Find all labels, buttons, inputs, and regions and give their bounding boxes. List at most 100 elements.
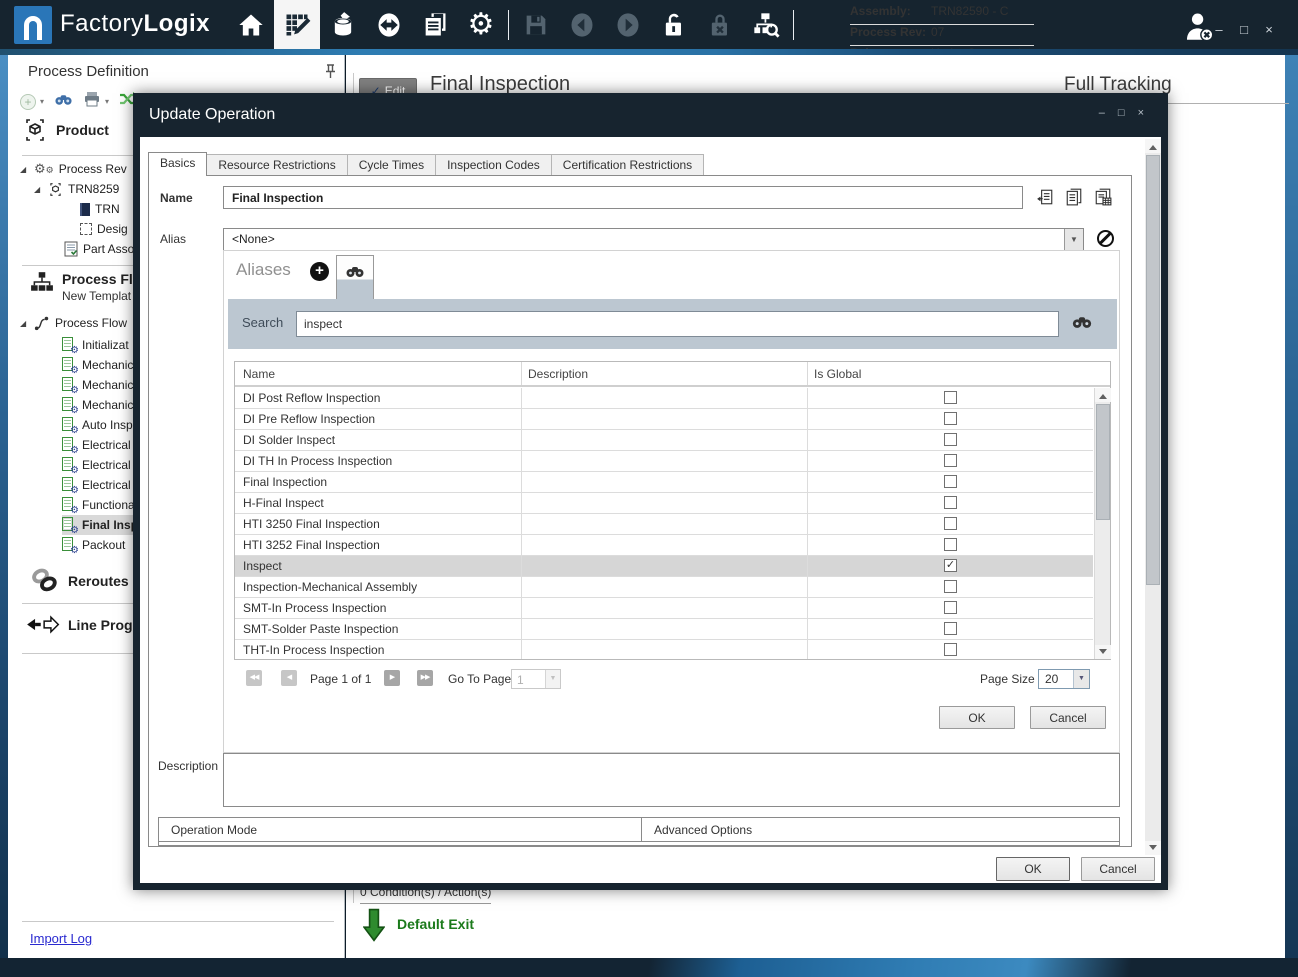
alias-row[interactable]: DI Solder Inspect ✓ — [235, 430, 1093, 451]
dialog-maximize-button[interactable]: □ — [1118, 107, 1125, 119]
line-program-node[interactable]: Line Progra — [26, 615, 146, 634]
tab-basics[interactable]: Basics — [148, 152, 207, 176]
clear-alias-icon[interactable] — [1097, 230, 1114, 247]
dialog-close-button[interactable]: × — [1138, 107, 1144, 119]
dialog-minimize-button[interactable]: – — [1099, 107, 1105, 119]
is-global-checkbox[interactable]: ✓ — [944, 580, 957, 593]
alias-row[interactable]: HTI 3250 Final Inspection ✓ — [235, 514, 1093, 535]
alias-row[interactable]: THT-In Process Inspection ✓ — [235, 640, 1093, 659]
scroll-down-icon[interactable] — [1145, 841, 1161, 855]
reroutes-node[interactable]: Reroutes — [30, 567, 129, 594]
tree-node-process-flow[interactable]: ◢ Process Flow — [20, 313, 127, 333]
flow-search-button[interactable] — [743, 0, 789, 49]
import-log-link[interactable]: Import Log — [30, 931, 92, 946]
alias-row[interactable]: SMT-Solder Paste Inspection ✓ — [235, 619, 1093, 640]
is-global-checkbox[interactable]: ✓ — [944, 391, 957, 404]
name-input[interactable] — [223, 186, 1023, 209]
copy-operation-icon[interactable] — [1065, 188, 1083, 206]
expander-icon[interactable]: ◢ — [20, 319, 29, 328]
tree-node-document[interactable]: TRN — [80, 199, 120, 219]
alias-row[interactable]: Final Inspection ✓ — [235, 472, 1093, 493]
tree-node-part-associations[interactable]: Part Asso — [64, 239, 134, 259]
expander-icon[interactable]: ◢ — [20, 165, 29, 174]
add-alias-button[interactable]: + — [310, 262, 329, 281]
default-exit[interactable]: Default Exit — [363, 908, 474, 942]
alias-row[interactable]: H-Final Inspect ✓ — [235, 493, 1093, 514]
lock-discard-button[interactable] — [697, 0, 743, 49]
column-name[interactable]: Name — [235, 362, 522, 385]
tree-node-process-rev[interactable]: ◢ ⚙⚙ Process Rev — [20, 159, 127, 179]
alias-table-scrollbar[interactable] — [1094, 388, 1110, 659]
last-page-button[interactable]: ▶▶ — [417, 670, 433, 686]
unlock-button[interactable] — [651, 0, 697, 49]
is-global-checkbox[interactable]: ✓ — [944, 433, 957, 446]
tab-cycle-times[interactable]: Cycle Times — [348, 154, 436, 176]
add-icon[interactable]: + — [20, 94, 36, 110]
add-dropdown-caret[interactable]: ▾ — [40, 97, 44, 106]
scrollbar-thumb[interactable] — [1096, 404, 1110, 520]
expander-icon[interactable]: ◢ — [34, 185, 43, 194]
column-is-global[interactable]: Is Global — [808, 362, 1110, 385]
materials-button[interactable] — [320, 0, 366, 49]
chevron-down-icon[interactable]: ▼ — [1064, 229, 1083, 250]
search-icon[interactable] — [1071, 314, 1093, 334]
dialog-ok-button[interactable]: OK — [996, 857, 1070, 881]
scroll-up-icon[interactable] — [1095, 388, 1111, 402]
forward-button[interactable] — [605, 0, 651, 49]
is-global-checkbox[interactable]: ✓ — [944, 412, 957, 425]
copy-operation-table-icon[interactable] — [1094, 188, 1112, 206]
find-button[interactable] — [54, 92, 73, 111]
scroll-down-icon[interactable] — [1095, 645, 1111, 659]
tree-node-product-rev[interactable]: ◢ TRN8259 — [34, 179, 119, 199]
goto-page-spinner[interactable]: ▼ — [545, 670, 560, 688]
aliases-cancel-button[interactable]: Cancel — [1030, 706, 1106, 729]
minimize-button[interactable]: – — [1212, 22, 1226, 37]
column-description[interactable]: Description — [522, 362, 808, 385]
maximize-button[interactable]: □ — [1237, 22, 1251, 37]
is-global-checkbox[interactable]: ✓ — [944, 454, 957, 467]
is-global-checkbox[interactable]: ✓ — [944, 643, 957, 656]
search-aliases-tab[interactable] — [336, 255, 374, 299]
alias-row[interactable]: Inspection-Mechanical Assembly ✓ — [235, 577, 1093, 598]
alias-row[interactable]: SMT-In Process Inspection ✓ — [235, 598, 1093, 619]
dialog-scrollbar[interactable] — [1145, 139, 1161, 855]
scrollbar-thumb[interactable] — [1146, 155, 1160, 585]
save-button[interactable] — [513, 0, 559, 49]
is-global-checkbox[interactable]: ✓ — [944, 559, 957, 572]
first-page-button[interactable]: ◀◀ — [246, 670, 262, 686]
transfer-button[interactable] — [366, 0, 412, 49]
aliases-ok-button[interactable]: OK — [939, 706, 1015, 729]
is-global-checkbox[interactable]: ✓ — [944, 517, 957, 530]
product-node[interactable]: Product — [22, 117, 109, 143]
close-button[interactable]: × — [1262, 22, 1276, 37]
tab-inspection-codes[interactable]: Inspection Codes — [436, 154, 552, 176]
alias-search-input[interactable] — [296, 311, 1059, 337]
back-button[interactable] — [559, 0, 605, 49]
description-textarea[interactable] — [223, 753, 1120, 807]
print-dropdown-caret[interactable]: ▾ — [105, 97, 109, 106]
settings-button[interactable]: ⚙ — [458, 0, 504, 49]
is-global-checkbox[interactable]: ✓ — [944, 622, 957, 635]
alias-row[interactable]: Inspect ✓ — [235, 556, 1093, 577]
alias-row[interactable]: HTI 3252 Final Inspection ✓ — [235, 535, 1093, 556]
tab-certification-restrictions[interactable]: Certification Restrictions — [552, 154, 704, 176]
is-global-checkbox[interactable]: ✓ — [944, 475, 957, 488]
scroll-up-icon[interactable] — [1145, 139, 1161, 153]
alias-row[interactable]: DI TH In Process Inspection ✓ — [235, 451, 1093, 472]
pin-icon[interactable] — [324, 64, 337, 84]
home-button[interactable] — [228, 0, 274, 49]
rename-list-icon[interactable] — [1036, 188, 1054, 206]
alias-row[interactable]: DI Post Reflow Inspection ✓ — [235, 388, 1093, 409]
logout-user-button[interactable] — [1182, 10, 1216, 42]
is-global-checkbox[interactable]: ✓ — [944, 601, 957, 614]
tree-node-design[interactable]: Desig — [80, 219, 128, 239]
alias-row[interactable]: DI Pre Reflow Inspection ✓ — [235, 409, 1093, 430]
process-definition-button[interactable] — [274, 0, 320, 49]
alias-combobox[interactable]: <None> ▼ — [223, 228, 1084, 251]
is-global-checkbox[interactable]: ✓ — [944, 496, 957, 509]
is-global-checkbox[interactable]: ✓ — [944, 538, 957, 551]
page-size-select[interactable]: 20 ▼ — [1038, 669, 1090, 689]
documents-button[interactable] — [412, 0, 458, 49]
dialog-cancel-button[interactable]: Cancel — [1081, 857, 1155, 881]
print-button[interactable] — [83, 91, 101, 112]
